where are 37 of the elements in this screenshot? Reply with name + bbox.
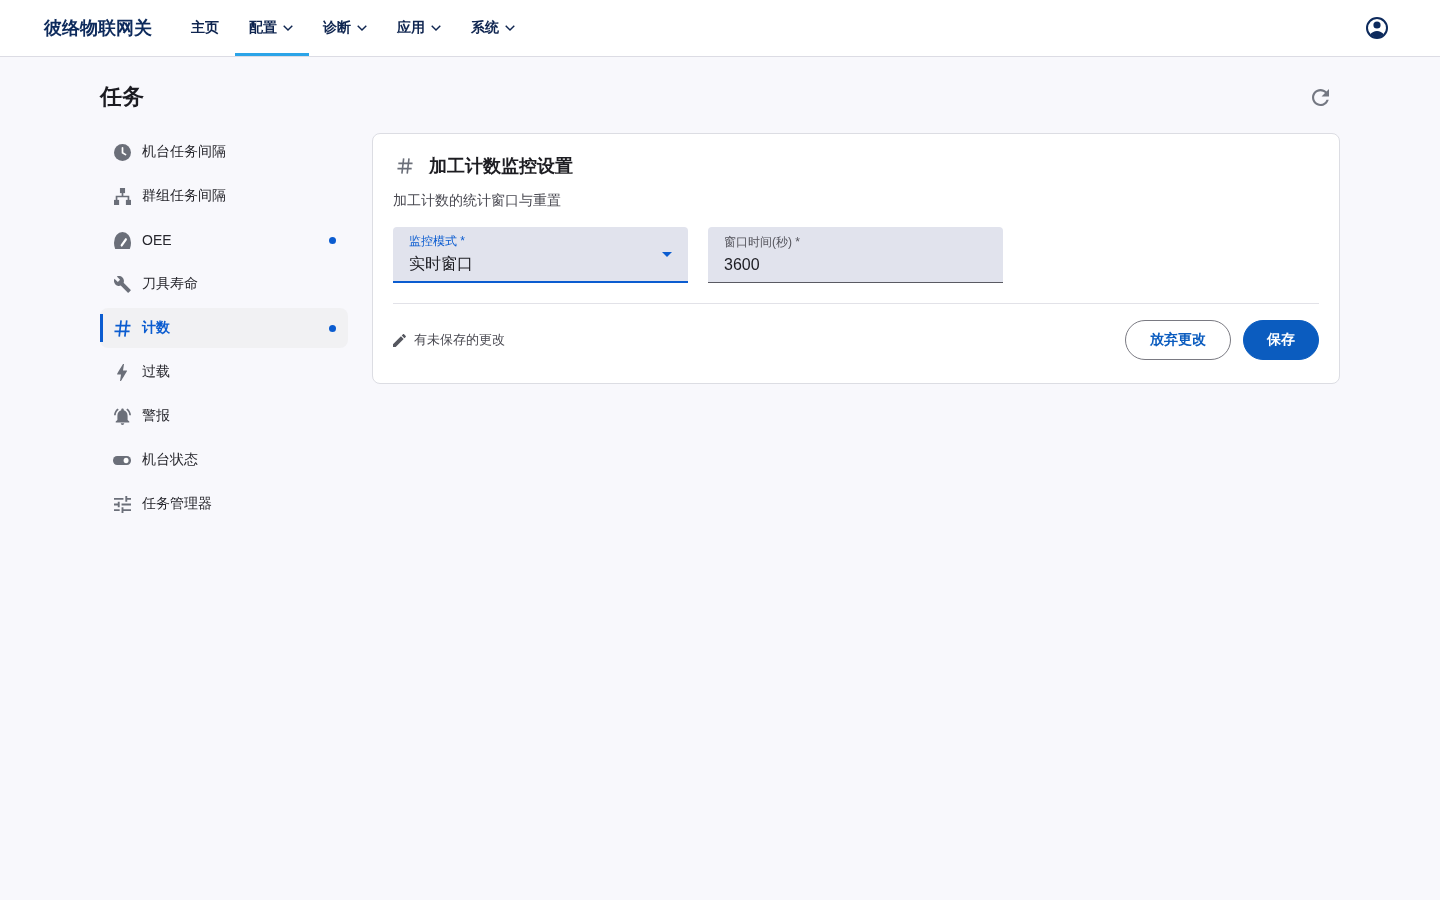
brand-title: 彼络物联网关 bbox=[44, 17, 152, 40]
dropdown-arrow-icon bbox=[662, 251, 672, 257]
refresh-icon[interactable] bbox=[1312, 88, 1329, 106]
clock-icon bbox=[113, 143, 131, 161]
nav-tab[interactable]: 系统 bbox=[457, 0, 531, 56]
page-title: 任务 bbox=[100, 83, 144, 111]
select-field[interactable]: 监控模式 * 实时窗口 bbox=[393, 227, 688, 283]
save-button[interactable]: 保存 bbox=[1243, 320, 1319, 360]
input-field[interactable]: 窗口时间(秒) * 3600 bbox=[708, 227, 1003, 283]
sidebar-item[interactable]: 群组任务间隔 bbox=[100, 176, 348, 216]
hash-icon bbox=[397, 158, 413, 174]
gauge-icon bbox=[113, 231, 131, 249]
sidebar-item[interactable]: OEE bbox=[100, 220, 348, 260]
nav-tab[interactable]: 应用 bbox=[383, 0, 457, 56]
lightning-bolt-icon bbox=[117, 363, 127, 381]
card-title: 加工计数监控设置 bbox=[429, 155, 573, 178]
nav-tab[interactable]: 配置 bbox=[235, 0, 309, 56]
sidebar-item[interactable]: 刀具寿命 bbox=[100, 264, 348, 304]
toggle-icon bbox=[113, 455, 131, 465]
sidebar-item[interactable]: 任务管理器 bbox=[100, 484, 348, 524]
wrench-icon bbox=[113, 275, 131, 293]
discard-button[interactable]: 放弃更改 bbox=[1125, 320, 1231, 360]
status-text: 有未保存的更改 bbox=[414, 331, 505, 349]
nav-tab[interactable]: 主页 bbox=[177, 0, 235, 56]
card-subtitle: 加工计数的统计窗口与重置 bbox=[393, 191, 562, 210]
bell-icon bbox=[113, 407, 131, 425]
sidebar-item[interactable]: 机台状态 bbox=[100, 440, 348, 480]
sidebar-item[interactable]: 过载 bbox=[100, 352, 348, 392]
hash-icon bbox=[113, 319, 131, 337]
hierarchy-icon bbox=[113, 187, 131, 205]
pencil-icon bbox=[393, 333, 406, 347]
nav-tab[interactable]: 诊断 bbox=[309, 0, 383, 56]
sidebar-item[interactable]: 机台任务间隔 bbox=[100, 132, 348, 172]
sidebar-item[interactable]: 警报 bbox=[100, 396, 348, 436]
sliders-icon bbox=[113, 495, 131, 513]
sidebar-item[interactable]: 计数 bbox=[100, 308, 348, 348]
account-icon[interactable] bbox=[1366, 17, 1388, 39]
